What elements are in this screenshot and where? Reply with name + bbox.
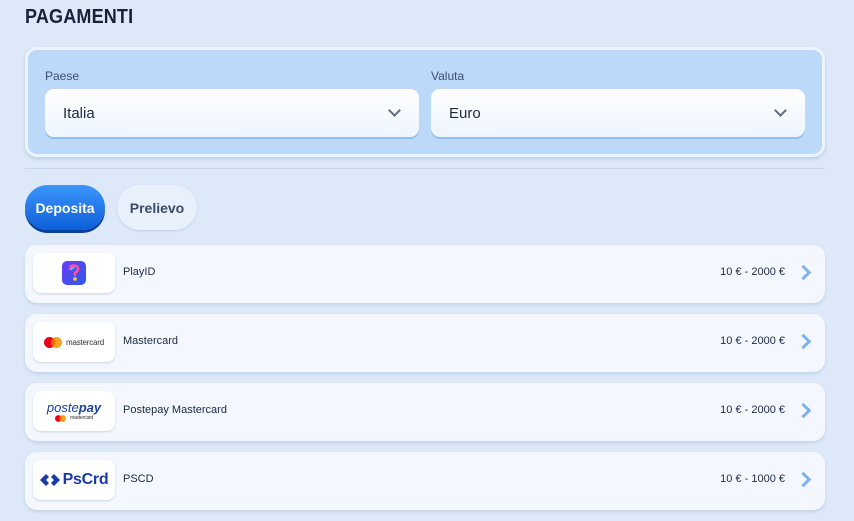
- currency-select-value: Euro: [449, 104, 481, 122]
- playid-logo: [33, 253, 115, 293]
- postepay-logo-subtext: mastercard: [69, 414, 93, 421]
- mastercard-icon: [43, 336, 62, 348]
- postepay-logo-text-bold: pay: [78, 399, 102, 415]
- chevron-right-icon: [795, 471, 812, 488]
- method-range: 10 € - 1000 €: [720, 473, 785, 485]
- mastercard-logo: mastercard: [33, 322, 115, 362]
- method-name: PlayID: [123, 266, 156, 278]
- postepay-logo-text: poste: [46, 399, 79, 415]
- postepay-logo: postepay mastercard: [33, 391, 115, 431]
- method-name: Postepay Mastercard: [123, 404, 227, 416]
- country-select[interactable]: Italia: [45, 89, 419, 137]
- country-select-value: Italia: [63, 104, 95, 122]
- playid-icon: [62, 261, 86, 285]
- method-name: Mastercard: [123, 335, 179, 347]
- pscrd-logo: PsCrd: [33, 460, 115, 500]
- pscrd-logo-text: PsCrd: [62, 471, 109, 488]
- country-label: Paese: [45, 69, 80, 83]
- chevron-down-icon: [388, 104, 401, 117]
- page-title: PAGAMENTI: [25, 6, 134, 28]
- chevron-right-icon: [795, 402, 812, 419]
- method-range: 10 € - 2000 €: [720, 335, 785, 347]
- payment-method-list: PlayID 10 € - 2000 € mastercard Masterca…: [25, 245, 825, 521]
- mastercard-icon: [54, 414, 66, 422]
- chevron-right-icon: [795, 264, 812, 281]
- divider: [25, 168, 825, 169]
- chevron-down-icon: [774, 104, 787, 117]
- currency-select[interactable]: Euro: [431, 89, 805, 137]
- payment-method-pscd[interactable]: PsCrd PSCD 10 € - 1000 €: [25, 452, 825, 510]
- payment-method-playid[interactable]: PlayID 10 € - 2000 €: [25, 245, 825, 303]
- mastercard-logo-text: mastercard: [65, 337, 104, 347]
- chevron-right-icon: [795, 333, 812, 350]
- pscrd-icon: [39, 474, 60, 486]
- payment-method-mastercard[interactable]: mastercard Mastercard 10 € - 2000 €: [25, 314, 825, 372]
- currency-label: Valuta: [431, 69, 465, 83]
- method-name: PSCD: [123, 473, 154, 485]
- tab-deposit[interactable]: Deposita: [25, 185, 105, 230]
- tab-withdraw[interactable]: Prelievo: [117, 185, 197, 230]
- filter-panel: Paese Italia Valuta Euro: [25, 47, 825, 157]
- method-range: 10 € - 2000 €: [720, 266, 785, 278]
- payment-method-postepay[interactable]: postepay mastercard Postepay Mastercard …: [25, 383, 825, 441]
- method-range: 10 € - 2000 €: [720, 404, 785, 416]
